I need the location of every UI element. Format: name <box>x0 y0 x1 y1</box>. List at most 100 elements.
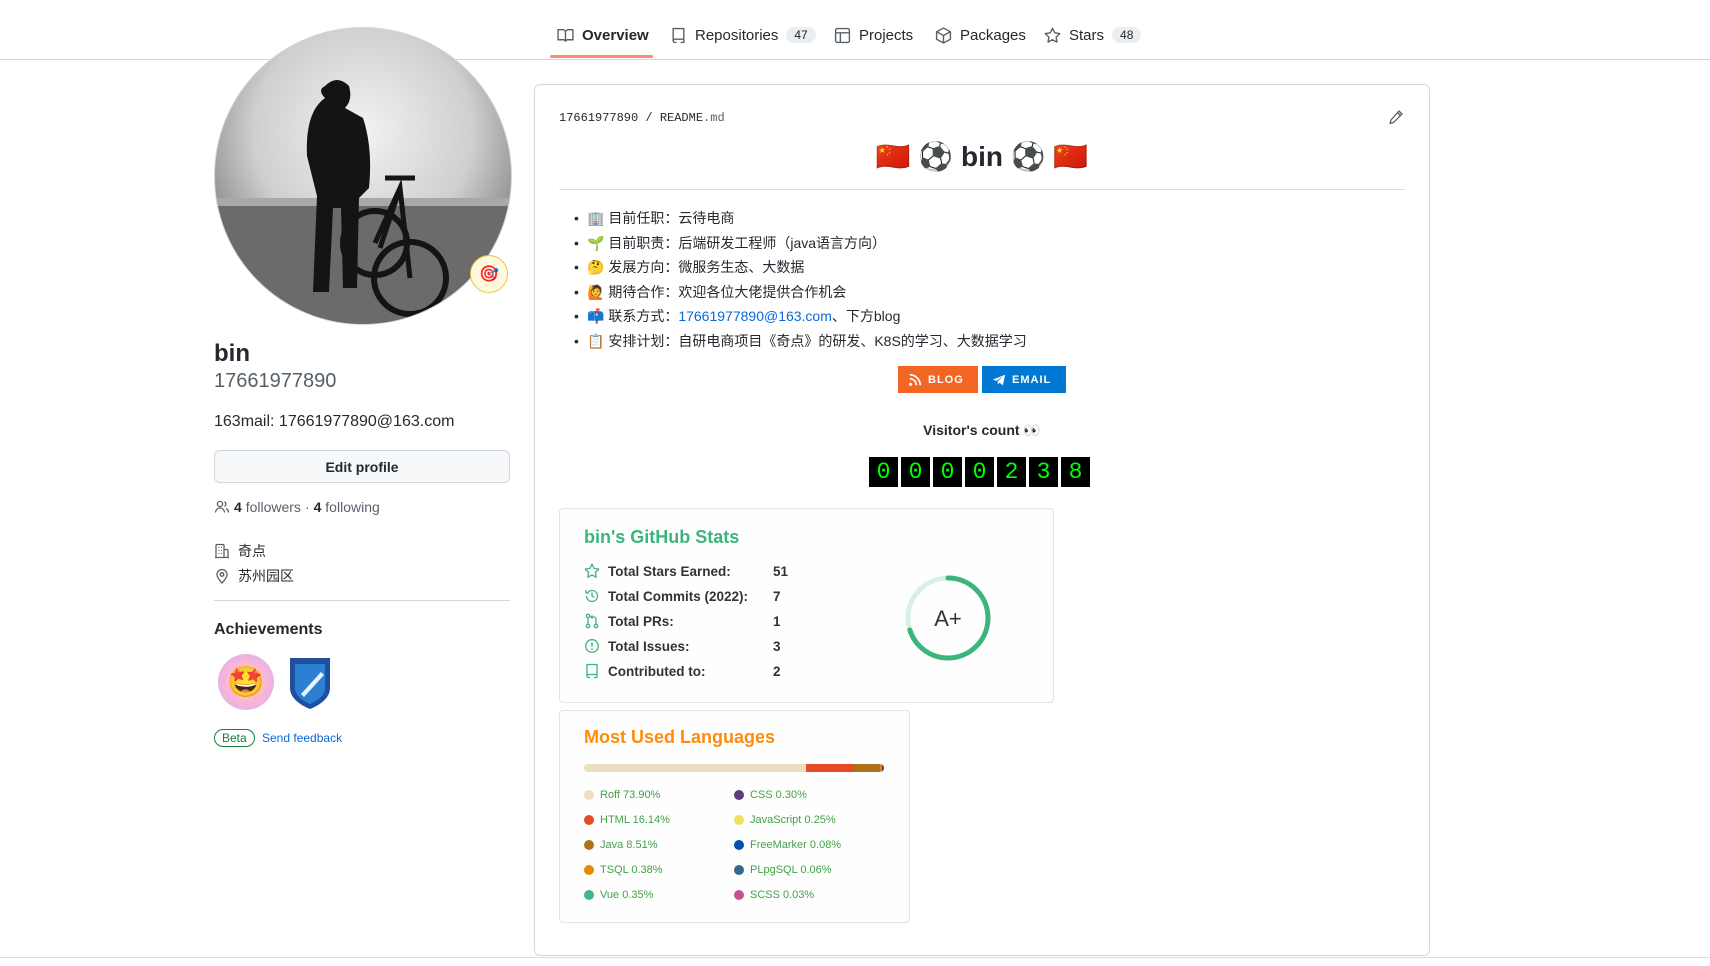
tab-projects[interactable]: Projects <box>834 22 913 48</box>
language-item: Roff 73.90% <box>584 789 660 801</box>
stat-label: Total PRs: <box>608 613 674 629</box>
language-label: Roff 73.90% <box>600 789 661 801</box>
pull-request-icon <box>585 613 599 629</box>
sidebar-divider <box>214 600 510 601</box>
achievements-title: Achievements <box>214 621 323 638</box>
profile-name: bin <box>214 340 250 367</box>
stat-value: 2 <box>773 663 781 679</box>
item-emoji: 🏢 <box>587 210 605 226</box>
achievement-badge-arctic[interactable] <box>287 654 333 710</box>
table-icon <box>834 27 851 43</box>
stat-row-stars: Total Stars Earned: 51 <box>584 561 788 581</box>
shield-icon <box>290 658 330 709</box>
language-color-dot <box>584 890 594 900</box>
item-text: 、下方blog <box>831 308 901 324</box>
repo-icon <box>672 27 685 43</box>
language-label: HTML 16.14% <box>600 814 670 826</box>
issue-icon <box>585 639 599 653</box>
avatar[interactable] <box>214 27 512 325</box>
language-label: Java 8.51% <box>600 839 658 851</box>
tab-repositories[interactable]: Repositories 47 <box>670 22 816 48</box>
readme-path-ext: .md <box>703 111 725 125</box>
status-emoji[interactable]: 🎯 <box>470 255 508 293</box>
edit-profile-button[interactable]: Edit profile <box>214 450 510 483</box>
rss-icon <box>909 373 922 386</box>
stat-label: Total Commits (2022): <box>608 588 749 604</box>
followers-count: 4 <box>234 499 242 515</box>
blog-label: BLOG <box>928 373 964 386</box>
starstruck-emoji: 🤩 <box>227 665 265 699</box>
language-bar-segment <box>805 764 855 772</box>
stat-label: Total Issues: <box>608 638 690 654</box>
readme-path-user[interactable]: 17661977890 <box>559 111 638 125</box>
stat-label: Contributed to: <box>608 663 706 679</box>
item-emoji: 🙋 <box>587 283 605 300</box>
following-count: 4 <box>313 499 322 515</box>
readme-path: 17661977890 / README.md <box>559 111 725 125</box>
item-label: 发展方向： <box>608 259 679 275</box>
achievement-badge-starstruck[interactable]: 🤩 <box>218 654 274 710</box>
email-link[interactable]: 17661977890@163.com <box>678 308 832 324</box>
readme-title-rule <box>559 189 1405 190</box>
item-label: 期待合作： <box>608 283 679 300</box>
item-label: 安排计划： <box>608 332 679 349</box>
counter-digit: 2 <box>997 457 1026 487</box>
language-color-dot <box>734 815 744 825</box>
language-item: Vue 0.35% <box>584 889 653 901</box>
language-item: PLpgSQL 0.06% <box>734 864 832 876</box>
stats-title: bin's GitHub Stats <box>584 527 740 547</box>
counter-digit: 8 <box>1061 457 1090 487</box>
readme-path-separator: / <box>645 111 653 125</box>
counter-digit: 0 <box>933 457 962 487</box>
stat-row-prs: Total PRs: 1 <box>584 611 781 631</box>
blog-badge-button[interactable]: BLOG <box>898 366 978 393</box>
email-badge-button[interactable]: EMAIL <box>982 366 1066 393</box>
counter-digit: 3 <box>1029 457 1058 487</box>
people-icon <box>214 500 230 513</box>
pencil-icon[interactable] <box>1388 109 1404 125</box>
languages-progress-bar <box>584 764 884 772</box>
tab-overview[interactable]: Overview <box>557 22 649 48</box>
grade-text: A+ <box>934 606 962 631</box>
tab-packages[interactable]: Packages <box>935 22 1026 48</box>
profile-login: 17661977890 <box>214 370 337 392</box>
tab-label: Overview <box>582 26 649 44</box>
stat-value: 51 <box>773 563 789 579</box>
profile-location: 苏州园区 <box>214 566 294 586</box>
visitor-count-label: Visitor's count 👀 <box>923 422 1041 438</box>
history-icon <box>585 589 599 603</box>
language-item: FreeMarker 0.08% <box>734 839 841 851</box>
following-link[interactable]: 4 following <box>314 499 380 515</box>
location-icon <box>216 568 228 584</box>
repo-icon <box>586 663 598 679</box>
language-label: FreeMarker 0.08% <box>750 839 842 851</box>
company-text: 奇点 <box>238 543 266 559</box>
tab-label: Projects <box>859 26 914 44</box>
language-label: Vue 0.35% <box>600 889 654 901</box>
location-text: 苏州园区 <box>238 568 294 584</box>
readme-title: 🇨🇳 ⚽ bin ⚽ 🇨🇳 <box>875 141 1089 172</box>
follow-counts: 4 followers · 4 following <box>214 499 380 515</box>
tab-label: Repositories <box>695 26 779 44</box>
list-item: 🏢 目前任职：云待电商 <box>559 206 1405 231</box>
send-feedback-link[interactable]: Send feedback <box>262 731 342 745</box>
followers-link[interactable]: 4 followers <box>234 499 301 515</box>
stat-value: 7 <box>773 588 781 604</box>
stars-count: 48 <box>1112 27 1142 43</box>
beta-badge: Beta <box>214 729 255 747</box>
following-label: following <box>325 499 380 515</box>
item-text: 云待电商 <box>678 210 735 226</box>
list-item: 📫 联系方式：17661977890@163.com、下方blog <box>559 304 1405 329</box>
tab-stars[interactable]: Stars 48 <box>1044 22 1142 48</box>
list-item: 📋 安排计划：自研电商项目《奇点》的研发、K8S的学习、大数据学习 <box>559 329 1405 354</box>
stat-value: 3 <box>773 638 781 654</box>
language-label: TSQL 0.38% <box>600 864 663 876</box>
readme-bullet-list: 🏢 目前任职：云待电商 🌱 目前职责：后端研发工程师（java语言方向） 🤔 发… <box>559 206 1405 353</box>
list-item: 🤔 发展方向：微服务生态、大数据 <box>559 255 1405 280</box>
language-label: PLpgSQL 0.06% <box>750 864 832 876</box>
language-color-dot <box>734 865 744 875</box>
package-icon <box>935 26 952 44</box>
counter-digit: 0 <box>901 457 930 487</box>
language-color-dot <box>584 840 594 850</box>
stat-row-commits: Total Commits (2022): 7 <box>584 586 781 606</box>
